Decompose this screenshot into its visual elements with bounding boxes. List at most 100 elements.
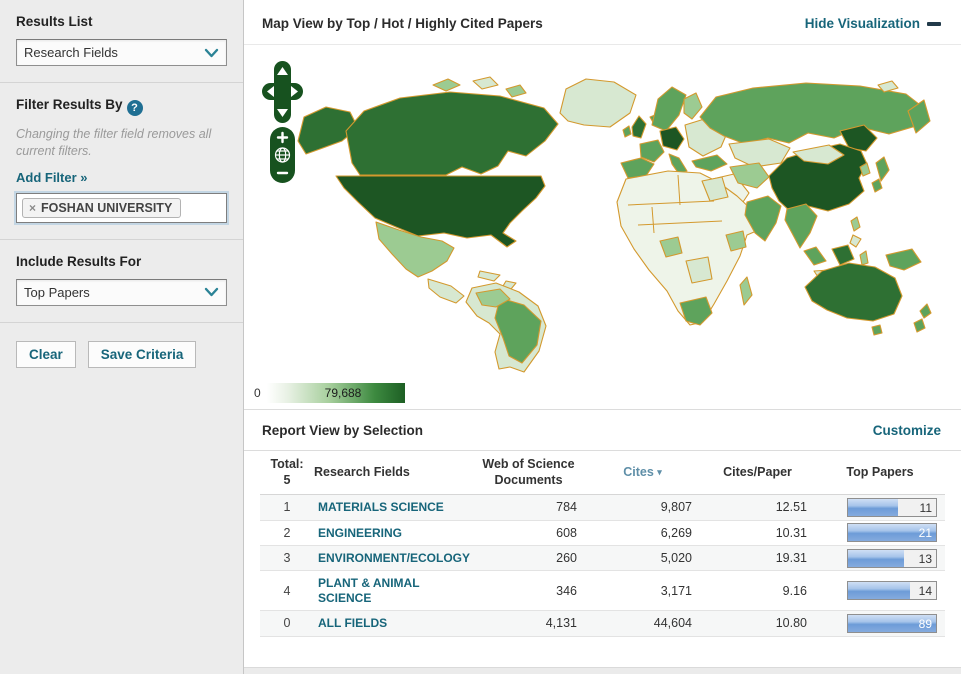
include-results-heading: Include Results For [16,254,227,269]
research-field-link[interactable]: MATERIALS SCIENCE [314,495,472,519]
filter-heading: Filter Results By [16,97,123,112]
column-cites-per-paper: Cites/Paper [700,465,815,481]
wos-documents-value: 608 [472,526,585,540]
cites-value: 3,171 [585,584,700,598]
filter-tag-label: FOSHAN UNIVERSITY [41,201,172,215]
filter-input[interactable]: × FOSHAN UNIVERSITY [16,193,227,223]
sidebar: Results List Research Fields Filter Resu… [0,0,244,674]
row-rank: 0 [260,616,314,630]
cites-per-paper-value: 12.51 [700,500,815,514]
legend-gradient: 79,688 [267,383,405,403]
column-cites-sort[interactable]: Cites ▾ [585,465,700,481]
top-papers-bar: 21 [847,523,937,542]
pan-control[interactable] [262,61,303,123]
cites-per-paper-value: 10.31 [700,526,815,540]
map-controls [260,61,306,188]
include-results-section: Include Results For Top Papers [0,240,243,323]
results-list-select[interactable]: Research Fields [16,39,227,66]
cites-per-paper-value: 9.16 [700,584,815,598]
cites-value: 6,269 [585,526,700,540]
top-papers-cell: 14 [815,581,945,600]
include-results-value: Top Papers [24,285,90,300]
hide-visualization-link[interactable]: Hide Visualization [805,16,941,31]
wos-documents-value: 346 [472,584,585,598]
map-countries[interactable] [298,77,931,372]
zoom-control[interactable] [270,127,295,183]
main-content: Map View by Top / Hot / Highly Cited Pap… [244,0,961,674]
top-papers-bar: 11 [847,498,937,517]
clear-button[interactable]: Clear [16,341,76,368]
remove-filter-icon[interactable]: × [29,201,36,215]
column-wos-documents: Web of Science Documents [472,457,585,488]
legend-min: 0 [254,386,261,400]
cites-value: 5,020 [585,551,700,565]
row-rank: 1 [260,500,314,514]
column-top-papers: Top Papers [815,465,945,481]
research-field-link[interactable]: PLANT & ANIMAL SCIENCE [314,571,472,610]
wos-documents-value: 260 [472,551,585,565]
cites-per-paper-value: 10.80 [700,616,815,630]
top-papers-cell: 89 [815,614,945,633]
table-row: 1 MATERIALS SCIENCE 784 9,807 12.51 11 [260,495,945,520]
results-list-value: Research Fields [24,45,118,60]
chevron-down-icon [204,287,219,297]
research-field-link[interactable]: ENVIRONMENT/ECOLOGY [314,546,472,570]
results-list-heading: Results List [16,14,227,29]
sort-down-icon: ▾ [657,467,662,477]
top-papers-bar-fill [848,499,898,516]
filter-section: Filter Results By? Changing the filter f… [0,83,243,240]
column-total: Total: 5 [260,457,314,488]
include-results-select[interactable]: Top Papers [16,279,227,306]
row-rank: 2 [260,526,314,540]
map-header: Map View by Top / Hot / Highly Cited Pap… [244,0,961,44]
cites-per-paper-value: 19.31 [700,551,815,565]
table-header-row: Total: 5 Research Fields Web of Science … [260,451,945,495]
hide-visualization-label: Hide Visualization [805,16,920,31]
top-papers-value: 11 [920,499,932,517]
top-papers-bar: 13 [847,549,937,568]
cites-label: Cites [623,465,654,479]
cites-value: 44,604 [585,616,700,630]
bottom-strip [244,667,961,674]
help-icon[interactable]: ? [127,100,143,116]
top-papers-bar-fill [848,550,904,567]
legend-max: 79,688 [325,383,362,403]
top-papers-bar: 89 [847,614,937,633]
top-papers-cell: 21 [815,523,945,542]
top-papers-value: 89 [919,615,932,633]
sidebar-actions: Clear Save Criteria [0,323,243,386]
top-papers-cell: 11 [815,498,945,517]
research-field-link[interactable]: ALL FIELDS [314,611,472,635]
filter-heading-row: Filter Results By? [16,97,227,116]
total-label: Total: [260,457,314,473]
filter-tag[interactable]: × FOSHAN UNIVERSITY [22,198,181,218]
customize-link[interactable]: Customize [873,423,941,438]
filter-note: Changing the filter field removes all cu… [16,126,227,160]
total-value: 5 [260,473,314,489]
wos-documents-value: 4,131 [472,616,585,630]
table-row: 0 ALL FIELDS 4,131 44,604 10.80 89 [260,611,945,636]
top-papers-bar-fill [848,582,910,599]
wos-documents-value: 784 [472,500,585,514]
chevron-down-icon [204,48,219,58]
top-papers-value: 13 [919,550,932,568]
cites-value: 9,807 [585,500,700,514]
row-rank: 3 [260,551,314,565]
save-criteria-button[interactable]: Save Criteria [88,341,197,368]
world-map[interactable] [248,57,954,375]
map-legend: 0 79,688 [254,383,405,403]
row-rank: 4 [260,584,314,598]
report-table: Total: 5 Research Fields Web of Science … [244,451,961,637]
add-filter-link[interactable]: Add Filter » [16,170,88,185]
table-row: 2 ENGINEERING 608 6,269 10.31 21 [260,521,945,546]
map-area: 0 79,688 [244,44,961,409]
top-papers-value: 21 [919,524,932,542]
map-title: Map View by Top / Hot / Highly Cited Pap… [262,16,543,31]
results-list-section: Results List Research Fields [0,0,243,83]
table-row: 4 PLANT & ANIMAL SCIENCE 346 3,171 9.16 … [260,571,945,611]
research-field-link[interactable]: ENGINEERING [314,521,472,545]
top-papers-bar: 14 [847,581,937,600]
report-table-body: 1 MATERIALS SCIENCE 784 9,807 12.51 11 2… [260,495,945,636]
report-header: Report View by Selection Customize [244,409,961,451]
top-papers-cell: 13 [815,549,945,568]
